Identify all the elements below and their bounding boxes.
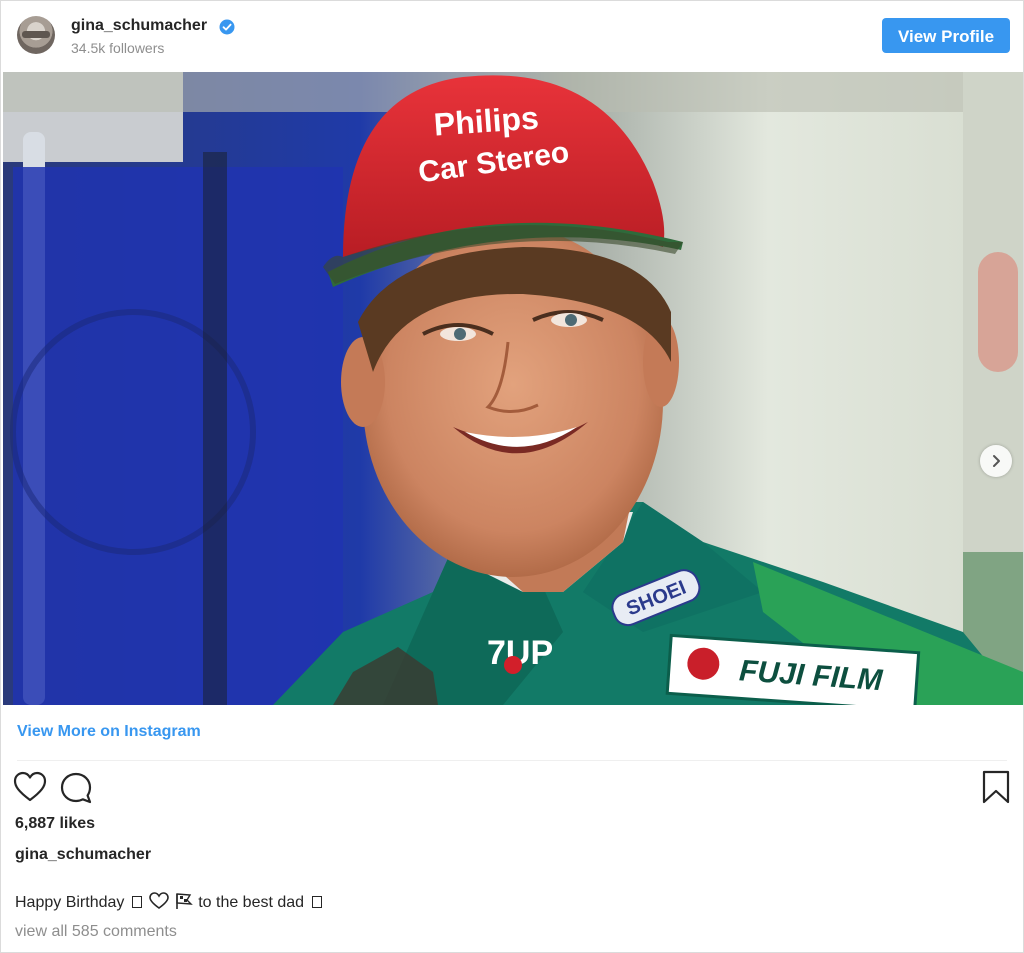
bookmark-icon	[982, 770, 1010, 804]
caption-username[interactable]: gina_schumacher	[15, 846, 151, 864]
username[interactable]: gina_schumacher	[71, 17, 207, 35]
save-button[interactable]	[981, 770, 1011, 809]
missing-glyph-icon	[311, 896, 322, 908]
like-button[interactable]	[13, 771, 47, 808]
caption-part1: Happy Birthday	[15, 894, 125, 911]
missing-glyph-icon	[131, 896, 142, 908]
follower-count: 34.5k followers	[71, 40, 165, 56]
divider	[17, 760, 1007, 761]
7up-badge: 7UP	[487, 634, 553, 674]
instagram-embed: gina_schumacher 34.5k followers View Pro…	[0, 0, 1024, 953]
photo-illustration: Philips Car Stereo SHOEI 7UP FUJI FILM	[3, 72, 1023, 705]
view-comments-link[interactable]: view all 585 comments	[15, 923, 177, 941]
comment-button[interactable]	[59, 771, 93, 810]
heart-emoji-icon	[149, 892, 170, 909]
checkered-flag-icon	[175, 893, 193, 909]
avatar[interactable]	[17, 16, 55, 54]
view-profile-button[interactable]: View Profile	[882, 18, 1010, 53]
comment-icon	[60, 772, 92, 804]
cap-logo-line1: Philips	[433, 99, 540, 142]
view-more-link[interactable]: View More on Instagram	[17, 723, 201, 741]
verified-badge-icon	[219, 19, 235, 35]
chevron-right-icon	[993, 455, 1000, 467]
like-count[interactable]: 6,887 likes	[15, 815, 95, 833]
post-photo[interactable]: Philips Car Stereo SHOEI 7UP FUJI FILM	[3, 72, 1023, 705]
caption-part2: to the best dad	[198, 894, 305, 911]
next-image-button[interactable]	[980, 445, 1012, 477]
caption-text: Happy Birthday to the best dad	[15, 892, 325, 912]
post-header: gina_schumacher 34.5k followers View Pro…	[1, 1, 1023, 71]
heart-icon	[13, 771, 47, 802]
